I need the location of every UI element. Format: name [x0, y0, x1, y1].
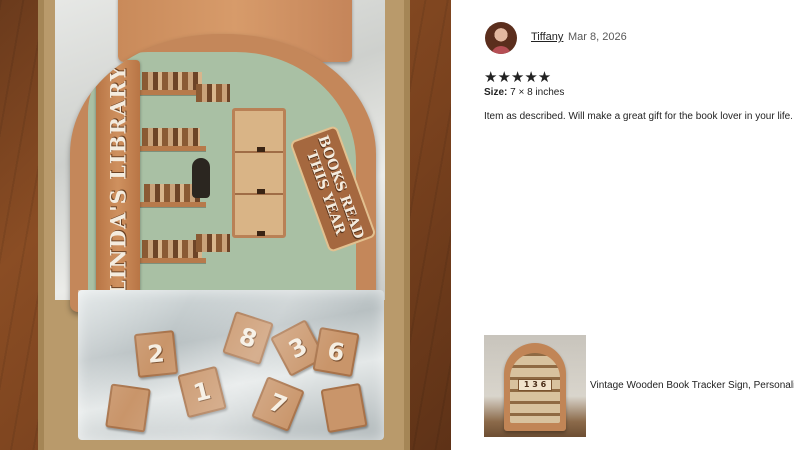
number-tile [320, 382, 368, 434]
size-value: 7 × 8 inches [510, 87, 565, 98]
number-tile: 8 [222, 310, 274, 366]
star-icon: ★★★★★ [484, 68, 552, 86]
size-label: Size: [484, 87, 508, 98]
sign-name-text: LINDA'S LIBRARY [105, 64, 131, 296]
number-tile: 7 [251, 376, 305, 432]
book-tracker-sign: LINDA'S LIBRARY BOOKS READ THIS YEAR [70, 34, 376, 312]
counter-slot-panel [232, 108, 286, 238]
number-tiles-bag: 2 8 3 6 1 7 [78, 290, 384, 440]
reviewer-avatar[interactable] [485, 22, 517, 54]
books-row [142, 128, 200, 146]
reviewer-name-link[interactable]: Tiffany [531, 31, 563, 43]
thumbnail-sign: 1 3 6 [504, 343, 566, 431]
review-date: Mar 8, 2026 [568, 31, 627, 43]
books-row [142, 72, 202, 90]
review-text: Item as described. Will make a great gif… [484, 111, 792, 122]
number-tile: 2 [133, 330, 179, 378]
shelf [140, 258, 206, 263]
books-row [196, 234, 230, 252]
books-row [142, 240, 202, 258]
size-row: Size: 7 × 8 inches [484, 87, 564, 98]
review-photo[interactable]: LINDA'S LIBRARY BOOKS READ THIS YEAR 2 8… [0, 0, 451, 450]
item-thumbnail[interactable]: 1 3 6 [484, 335, 586, 437]
number-tile [105, 383, 151, 433]
item-title-link[interactable]: Vintage Wooden Book Tracker Sign, Person… [590, 380, 794, 391]
books-row [196, 84, 230, 102]
shelf [140, 146, 206, 151]
star-rating: ★★★★★ [484, 69, 551, 85]
shelf [140, 202, 206, 207]
thumbnail-digits: 1 3 6 [518, 379, 552, 391]
number-tile: 1 [177, 365, 227, 419]
review-card: Tiffany Mar 8, 2026 ★★★★★ Size: 7 × 8 in… [451, 0, 794, 450]
cat-silhouette [192, 158, 210, 198]
number-tile: 6 [312, 326, 360, 378]
